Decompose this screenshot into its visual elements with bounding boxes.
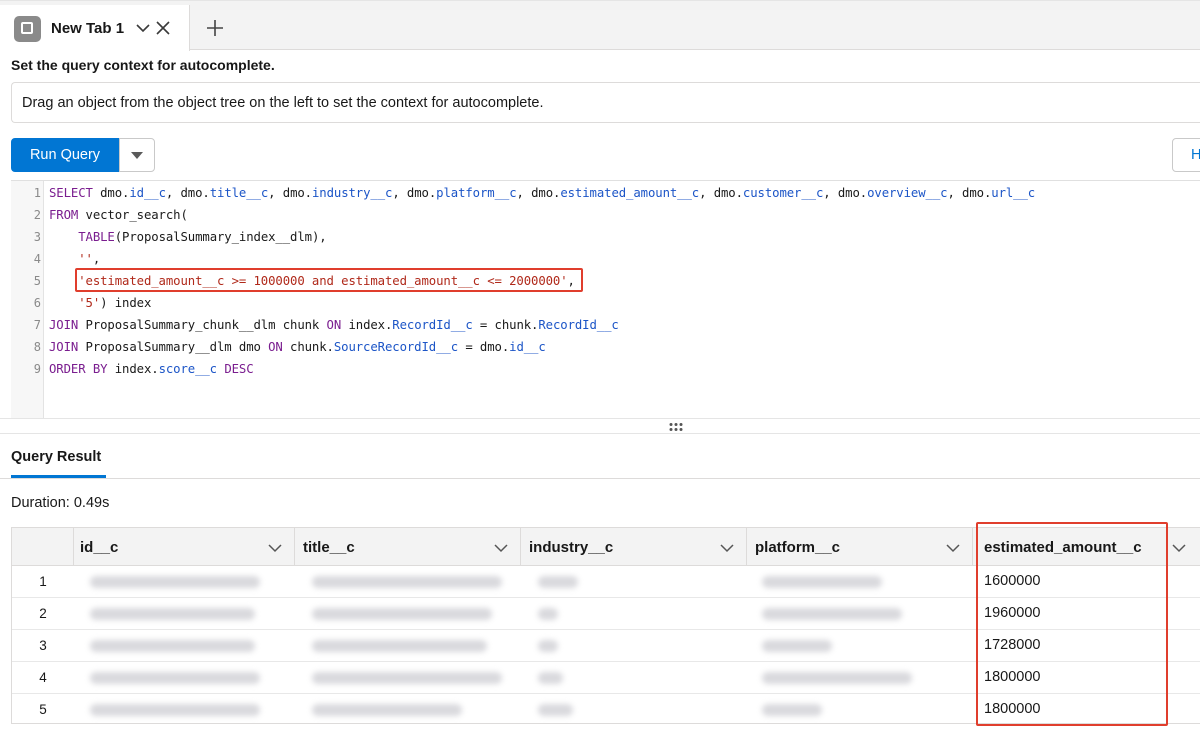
redacted-cell [312, 704, 462, 716]
line-number: 9 [33, 362, 41, 376]
code-line-8: JOIN ProposalSummary__dlm dmo ON chunk.S… [49, 340, 546, 354]
row-number: 3 [39, 638, 47, 653]
column-header-label: title__c [303, 539, 355, 556]
column-header-label: industry__c [529, 539, 614, 556]
column-header-label: platform__c [755, 539, 841, 556]
run-query-button[interactable]: Run Query [11, 138, 119, 172]
redacted-cell [762, 640, 832, 652]
code-line-4: '', [78, 252, 101, 266]
chevron-down-icon[interactable] [720, 541, 734, 555]
redacted-cell [312, 576, 502, 588]
column-highlight [976, 522, 1168, 726]
redacted-cell [538, 672, 563, 684]
chevron-down-icon[interactable] [494, 541, 508, 555]
chevron-down-icon[interactable] [268, 541, 282, 555]
redacted-cell [762, 672, 912, 684]
redacted-cell [538, 576, 578, 588]
column-header-id[interactable]: id__c [74, 528, 295, 566]
redacted-cell [90, 640, 255, 652]
code-line-7: JOIN ProposalSummary_chunk__dlm chunk ON… [49, 318, 619, 332]
line-number: 4 [33, 252, 41, 266]
redacted-cell [762, 576, 882, 588]
redacted-cell [312, 672, 502, 684]
redacted-cell [90, 672, 260, 684]
pane-splitter[interactable] [0, 418, 1200, 434]
line-number: 1 [33, 186, 41, 200]
context-hint: Drag an object from the object tree on t… [22, 95, 544, 111]
row-number-header [12, 528, 74, 566]
chevron-down-icon[interactable] [946, 541, 960, 555]
chevron-down-icon[interactable] [135, 20, 151, 36]
redacted-cell [90, 608, 255, 620]
code-line-6: '5') index [78, 296, 152, 310]
redacted-cell [762, 608, 902, 620]
column-header-label: id__c [80, 539, 119, 556]
active-tab-indicator [11, 475, 106, 478]
tab-label: New Tab 1 [51, 20, 125, 37]
redacted-cell [762, 704, 822, 716]
run-options-button[interactable] [119, 138, 155, 172]
line-number: 3 [33, 230, 41, 244]
column-header-industry[interactable]: industry__c [521, 528, 747, 566]
query-result-tabbar: Query Result [0, 434, 1200, 479]
query-editor[interactable]: 1 2 3 4 5 6 7 8 9 SELECT dmo.id__c, dmo.… [11, 180, 1200, 419]
redacted-cell [90, 576, 260, 588]
row-number: 5 [39, 702, 47, 717]
tab-page-icon [14, 16, 41, 42]
chevron-down-icon[interactable] [1172, 541, 1186, 555]
redacted-cell [90, 704, 260, 716]
code-line-3: TABLE(ProposalSummary_index__dlm), [78, 230, 327, 244]
code-line-1: SELECT dmo.id__c, dmo.title__c, dmo.indu… [49, 186, 1036, 200]
help-button[interactable]: H [1172, 138, 1200, 172]
redacted-cell [312, 608, 492, 620]
caret-down-icon [131, 152, 143, 159]
redacted-cell [538, 704, 573, 716]
context-drop-zone[interactable]: Drag an object from the object tree on t… [11, 82, 1200, 123]
tab-new-tab-1[interactable]: New Tab 1 [0, 5, 190, 51]
query-duration: Duration: 0.49s [11, 495, 110, 511]
drag-handle-icon[interactable] [668, 422, 684, 432]
code-line-9: ORDER BY index.score__c DESC [49, 362, 254, 376]
tab-query-result[interactable]: Query Result [11, 449, 101, 465]
line-number: 7 [33, 318, 41, 332]
redacted-cell [538, 608, 558, 620]
column-header-platform[interactable]: platform__c [747, 528, 973, 566]
column-menu-cell[interactable] [1167, 528, 1200, 566]
plus-icon[interactable] [205, 18, 225, 38]
tab-bar: New Tab 1 [0, 0, 1200, 51]
row-number: 2 [39, 606, 47, 621]
redacted-cell [312, 640, 487, 652]
column-header-title[interactable]: title__c [295, 528, 521, 566]
line-number: 8 [33, 340, 41, 354]
filter-highlight [75, 268, 583, 292]
code-line-2: FROM vector_search( [49, 208, 188, 222]
line-number: 6 [33, 296, 41, 310]
line-number: 2 [33, 208, 41, 222]
line-number: 5 [33, 274, 41, 288]
redacted-cell [538, 640, 558, 652]
close-icon[interactable] [155, 20, 171, 36]
context-label: Set the query context for autocomplete. [11, 57, 275, 73]
line-number-gutter: 1 2 3 4 5 6 7 8 9 [11, 181, 44, 419]
row-number: 4 [39, 670, 47, 685]
row-number: 1 [39, 574, 47, 589]
